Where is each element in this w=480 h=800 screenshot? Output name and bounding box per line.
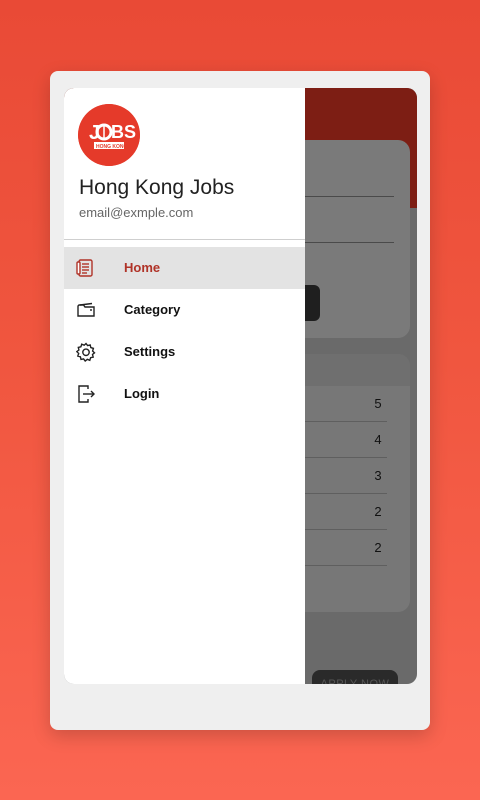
drawer-menu: Home Category Settings Login xyxy=(64,247,305,415)
navigation-drawer: J BS HONG KONG Hong Kong Jobs email@exmp… xyxy=(64,88,305,684)
menu-item-label: Login xyxy=(124,386,160,401)
category-count: 5 xyxy=(374,396,382,411)
menu-item-home[interactable]: Home xyxy=(64,247,305,289)
menu-item-label: Category xyxy=(124,302,181,317)
login-icon xyxy=(76,384,96,404)
category-count: 2 xyxy=(374,540,382,555)
background-apply-button: APPLY NOW xyxy=(312,670,398,684)
gear-icon xyxy=(75,342,96,362)
app-title: Hong Kong Jobs xyxy=(79,176,235,199)
menu-item-label: Settings xyxy=(124,344,176,359)
menu-item-settings[interactable]: Settings xyxy=(64,331,305,373)
app-screen: 5 4 3 edia 2 2 APPLY NOW J BS HONG KONG … xyxy=(64,88,417,684)
drawer-divider xyxy=(64,239,305,240)
menu-item-category[interactable]: Category xyxy=(64,289,305,331)
menu-item-login[interactable]: Login xyxy=(64,373,305,415)
folder-icon xyxy=(76,300,96,320)
category-count: 4 xyxy=(374,432,382,447)
jobs-hong-kong-logo: J BS HONG KONG xyxy=(78,104,140,166)
list-document-icon xyxy=(76,258,96,278)
user-email: email@exmple.com xyxy=(79,205,194,220)
svg-text:BS: BS xyxy=(111,122,136,142)
svg-text:HONG KONG: HONG KONG xyxy=(96,144,128,150)
category-count: 3 xyxy=(374,468,382,483)
category-count: 2 xyxy=(374,504,382,519)
menu-item-label: Home xyxy=(124,260,161,275)
